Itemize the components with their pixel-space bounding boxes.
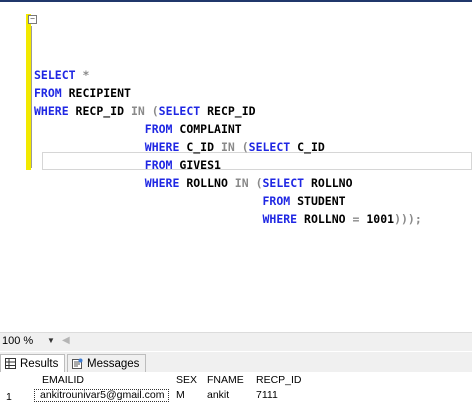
tab-results-label: Results xyxy=(20,357,59,370)
code-token: FROM xyxy=(34,158,180,172)
zoom-bar: 100 % ▼ ◀ xyxy=(0,332,472,351)
column-header-recp-id[interactable]: RECP_ID xyxy=(256,374,302,388)
code-token: = xyxy=(352,212,367,226)
code-line[interactable]: SELECT * xyxy=(34,66,422,84)
code-token: SELECT xyxy=(158,104,208,118)
column-header-emailid[interactable]: EMAILID xyxy=(42,374,84,388)
cell-sex[interactable]: M xyxy=(176,389,185,402)
query-editor[interactable]: − SELECT * FROM RECIPIENT WHERE RECP_ID IN… xyxy=(0,0,472,332)
row-number: 1 xyxy=(6,391,12,403)
code-token: C_ID xyxy=(297,140,325,154)
tab-messages-label: Messages xyxy=(87,357,140,370)
sql-code[interactable]: − SELECT * FROM RECIPIENT WHERE RECP_ID IN… xyxy=(28,12,422,228)
code-token: SELECT xyxy=(248,140,298,154)
cell-fname[interactable]: ankit xyxy=(207,389,229,402)
code-token: WHERE xyxy=(34,212,305,226)
code-token: GIVES1 xyxy=(179,158,221,172)
code-token: IN ( xyxy=(220,140,249,154)
grid-icon xyxy=(5,358,16,369)
code-token: ROLLNO xyxy=(310,176,353,190)
code-token: IN ( xyxy=(130,104,159,118)
code-token: RECP_ID xyxy=(75,104,131,118)
code-token: ROLLNO xyxy=(186,176,235,190)
code-token: WHERE xyxy=(34,176,187,190)
editor-top-border xyxy=(0,0,472,2)
code-token: STUDENT xyxy=(297,194,346,208)
column-header-sex[interactable]: SEX xyxy=(176,374,197,388)
code-line[interactable]: WHERE C_ID IN (SELECT C_ID xyxy=(34,138,422,156)
code-line[interactable]: FROM COMPLAINT xyxy=(34,120,422,138)
collapse-icon[interactable]: − xyxy=(28,15,37,24)
code-token: WHERE xyxy=(34,104,76,118)
code-token: * xyxy=(82,68,90,82)
code-line[interactable]: FROM STUDENT xyxy=(34,192,422,210)
code-line[interactable]: WHERE ROLLNO = 1001))); xyxy=(34,210,422,228)
scroll-left-icon[interactable]: ◀ xyxy=(62,335,70,346)
code-token: IN ( xyxy=(234,176,263,190)
code-line[interactable]: FROM GIVES1 xyxy=(34,156,422,174)
code-token: FROM xyxy=(34,122,180,136)
results-grid[interactable]: EMAILID SEX FNAME RECP_ID 1 ankitrouniva… xyxy=(0,372,472,403)
code-token: COMPLAINT xyxy=(179,122,242,136)
code-token: ))); xyxy=(394,212,422,226)
zoom-dropdown-icon[interactable]: ▼ xyxy=(47,336,55,345)
column-header-fname[interactable]: FNAME xyxy=(207,374,244,388)
code-token: RECP_ID xyxy=(207,104,256,118)
code-token: FROM xyxy=(34,86,69,100)
tab-results[interactable]: Results xyxy=(0,354,66,372)
tab-messages[interactable]: Messages xyxy=(67,354,147,372)
code-token: 1001 xyxy=(366,212,395,226)
outline-fold-line xyxy=(31,26,32,168)
code-line[interactable]: WHERE ROLLNO IN (SELECT ROLLNO xyxy=(34,174,422,192)
code-line[interactable]: FROM RECIPIENT xyxy=(34,84,422,102)
code-token: SELECT xyxy=(262,176,311,190)
code-token: C_ID xyxy=(186,140,221,154)
code-token: ROLLNO xyxy=(304,212,353,226)
code-token: WHERE xyxy=(34,140,187,154)
results-tabs: Results Messages xyxy=(0,352,472,372)
cell-emailid[interactable]: ankitrounivar5@gmail.com xyxy=(40,389,164,402)
zoom-level[interactable]: 100 % xyxy=(2,335,33,347)
code-line[interactable]: WHERE RECP_ID IN (SELECT RECP_ID xyxy=(34,102,422,120)
code-token: FROM xyxy=(34,194,298,208)
code-token: RECIPIENT xyxy=(68,86,131,100)
messages-icon xyxy=(72,358,83,369)
cell-recp-id[interactable]: 7111 xyxy=(256,389,278,402)
code-token: SELECT xyxy=(34,68,83,82)
